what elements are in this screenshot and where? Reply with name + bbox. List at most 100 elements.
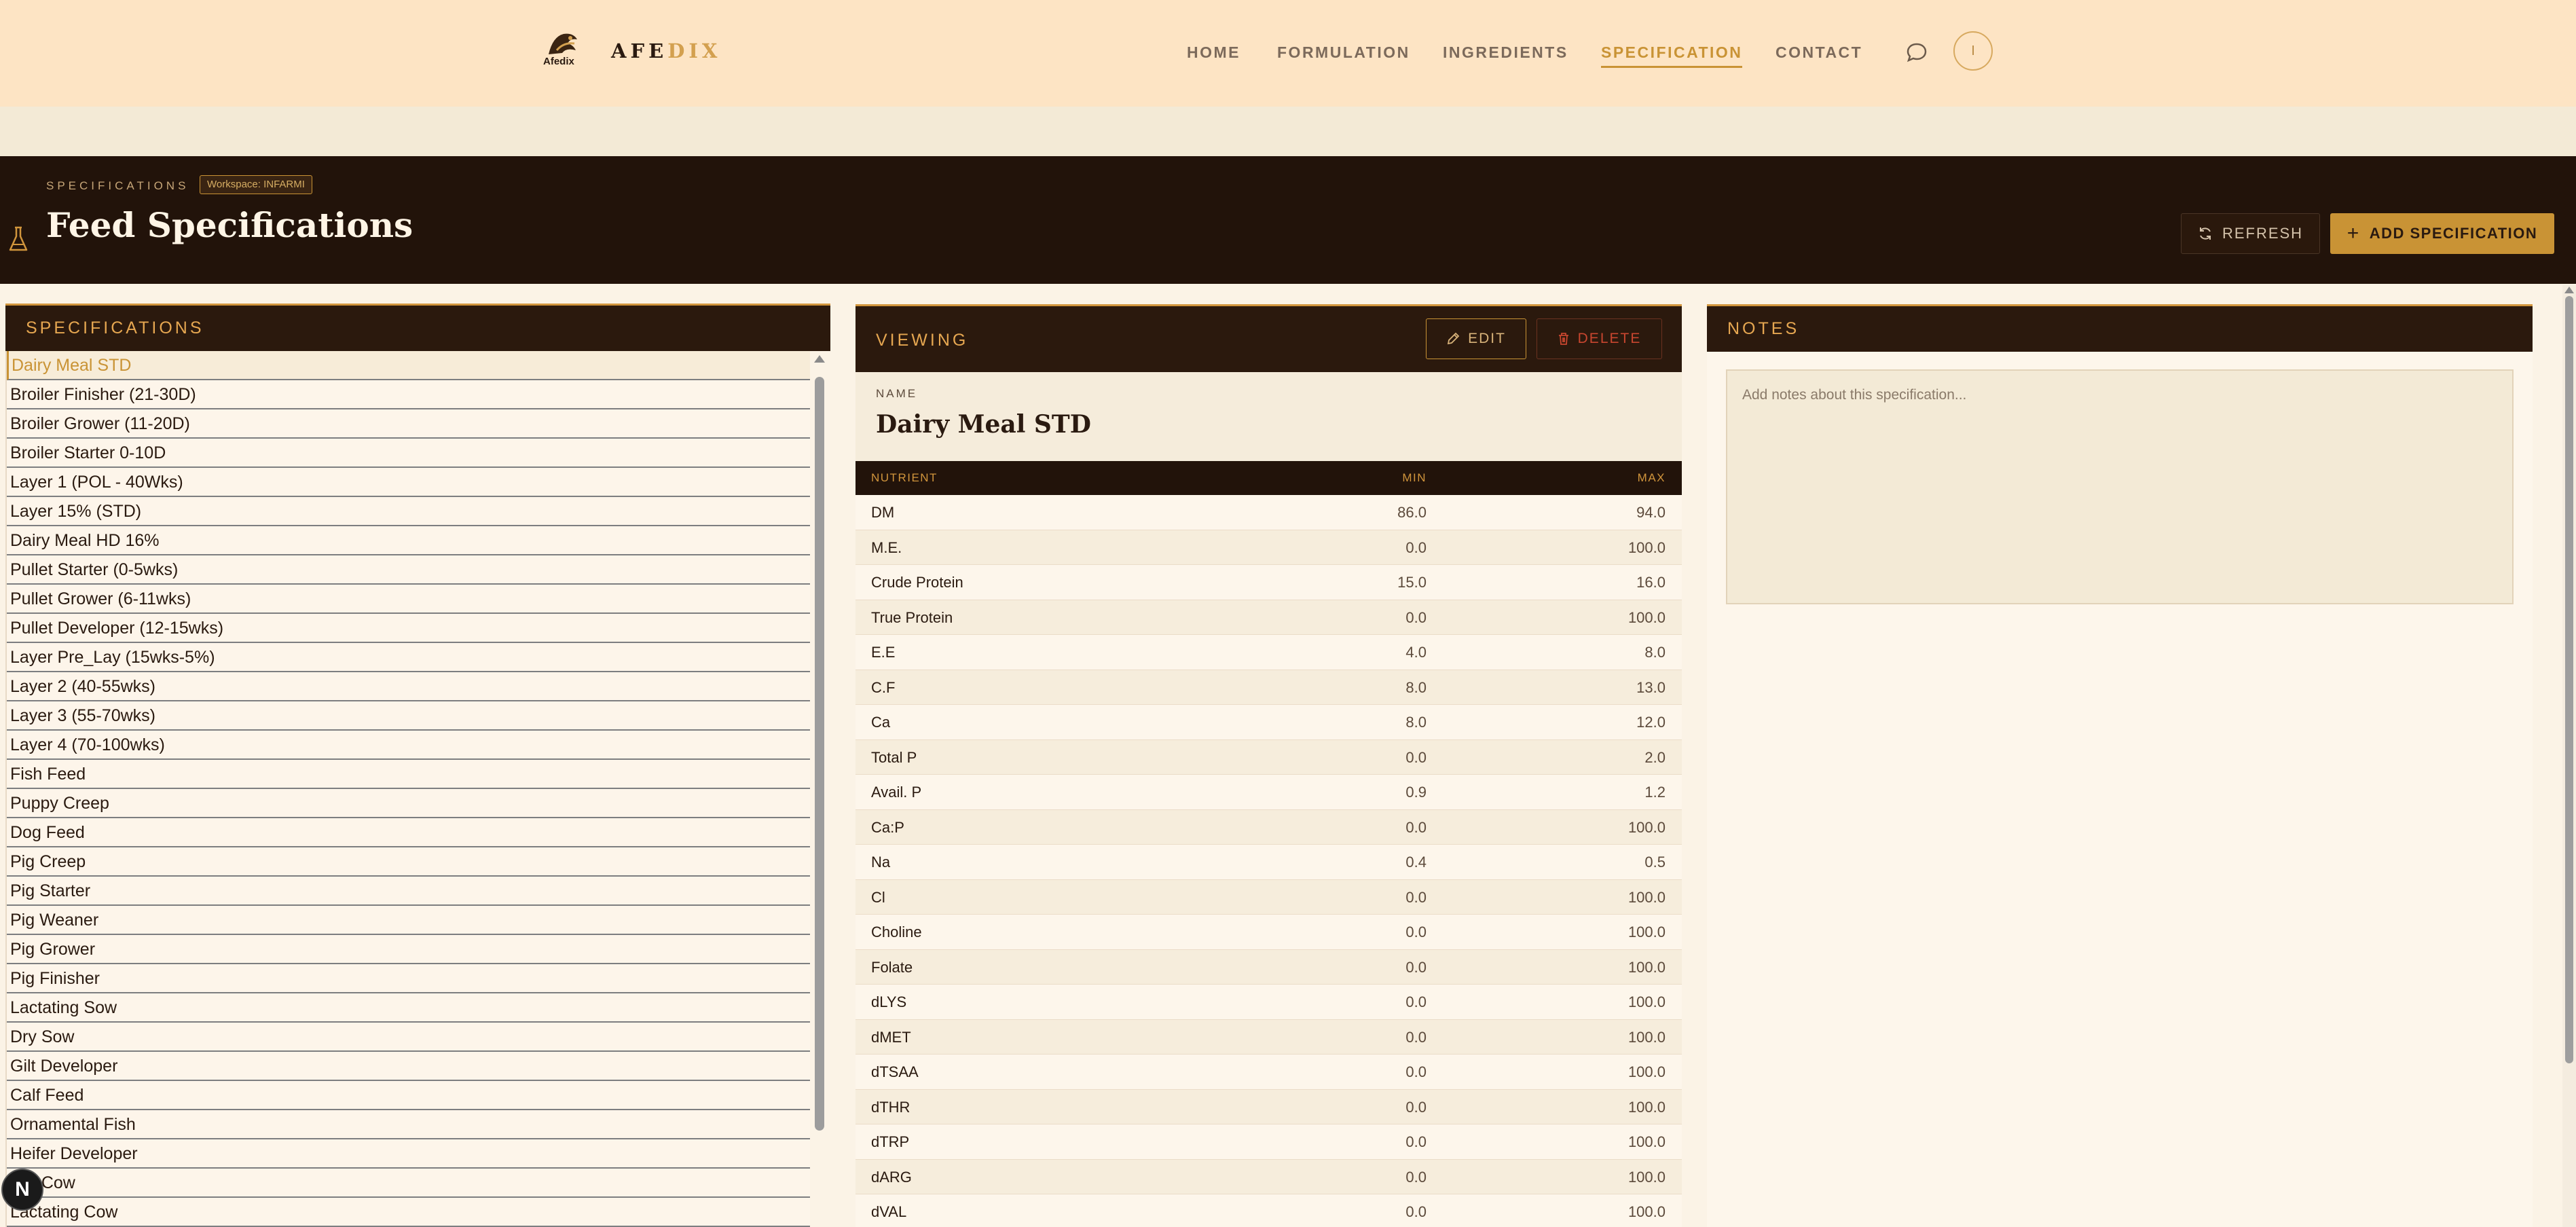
spec-list-item[interactable]: Dairy Meal HD 16% [7,526,810,555]
nutrient-max: 1.2 [1644,784,1666,801]
nutrient-min: 0.0 [1405,1098,1427,1116]
nutrient-name: Choline [871,923,922,940]
spec-list-item[interactable]: Fish Feed [7,760,810,789]
nutrient-name: Cl [871,888,885,906]
nav-ingredients[interactable]: INGREDIENTS [1443,43,1568,62]
nutrient-name: dVAL [871,1203,907,1220]
notes-panel-header: NOTES [1707,304,2533,352]
spec-list-item[interactable]: Layer 15% (STD) [7,497,810,526]
nutrient-max: 0.5 [1644,854,1666,871]
nutrient-row: Ca 8.0 12.0 [855,705,1682,740]
spec-list-item[interactable]: Pig Weaner [7,906,810,935]
nutrient-name: C.F [871,678,896,696]
spec-list-item[interactable]: Dry Cow [7,1169,810,1198]
spec-list-item[interactable]: Dry Sow [7,1023,810,1052]
nutrient-row: Folate 0.0 100.0 [855,949,1682,985]
page-scroll-thumb[interactable] [2565,296,2573,1063]
nutrient-min: 4.0 [1405,644,1427,661]
nutrient-min: 0.0 [1405,818,1427,836]
page-scrollbar[interactable] [2562,285,2576,1227]
nutrient-name: Ca [871,714,891,731]
spec-list-item[interactable]: Pullet Grower (6-11wks) [7,585,810,614]
spec-list-item[interactable]: Broiler Grower (11-20D) [7,409,810,439]
next-dev-badge[interactable]: N [1,1169,43,1211]
top-nav: Afedix AFEDIX HOME FORMULATION INGREDIEN… [0,0,2576,107]
spec-list-item[interactable]: Lactating Sow [7,993,810,1023]
nutrient-row: M.E. 0.0 100.0 [855,530,1682,565]
add-specification-label: ADD SPECIFICATION [2369,225,2538,242]
page-scroll-up-icon[interactable] [2564,287,2574,293]
nutrient-name: dMET [871,1028,911,1046]
delete-button[interactable]: DELETE [1537,318,1662,359]
add-specification-button[interactable]: + ADD SPECIFICATION [2330,213,2554,254]
refresh-label: REFRESH [2222,225,2304,242]
spec-name-section: NAME Dairy Meal STD [855,372,1682,461]
spec-list-item[interactable]: Pig Grower [7,935,810,964]
edit-button[interactable]: EDIT [1426,318,1526,359]
nutrient-min: 0.0 [1405,993,1427,1010]
spec-list-item[interactable]: Layer 3 (55-70wks) [7,701,810,731]
nutrient-row: Choline 0.0 100.0 [855,915,1682,950]
nutrient-min: 0.0 [1405,608,1427,626]
spec-list-item[interactable]: Broiler Starter 0-10D [7,439,810,468]
nutrient-max: 100.0 [1627,1133,1666,1150]
nav-contact[interactable]: CONTACT [1775,43,1862,62]
scroll-up-arrow-icon[interactable] [814,355,825,363]
col-max: MAX [1637,471,1666,484]
spec-list-item[interactable]: Pig Creep [7,847,810,877]
brand-name[interactable]: AFEDIX [611,39,721,62]
notes-textarea[interactable]: Add notes about this specification... [1726,369,2514,604]
subheader-band [0,107,2576,156]
nutrient-max: 2.0 [1644,748,1666,766]
nutrient-max: 100.0 [1627,608,1666,626]
spec-list-item[interactable]: Dog Feed [7,818,810,847]
user-avatar[interactable]: I [1953,31,1993,71]
page-eyebrow: SPECIFICATIONS [46,179,189,192]
nutrient-name: dTSAA [871,1063,919,1080]
nutrient-name: Folate [871,958,913,976]
nutrient-row: DM 86.0 94.0 [855,495,1682,530]
page-title: Feed Specifications [46,205,413,245]
spec-list-item[interactable]: Dairy Meal STD [7,351,810,380]
nutrient-max: 12.0 [1636,714,1666,731]
nutrient-max: 100.0 [1627,1063,1666,1080]
list-scrollbar[interactable] [813,351,826,1227]
spec-list-item[interactable]: Ornamental Fish [7,1110,810,1139]
nutrient-row: dTSAA 0.0 100.0 [855,1055,1682,1090]
spec-list-item[interactable]: Pullet Developer (12-15wks) [7,614,810,643]
spec-list-item[interactable]: Layer 1 (POL - 40Wks) [7,468,810,497]
specifications-list[interactable]: Dairy Meal STD Broiler Finisher (21-30D) B… [5,351,830,1227]
spec-list-item[interactable]: Layer 2 (40-55wks) [7,672,810,701]
nav-formulation[interactable]: FORMULATION [1277,43,1410,62]
chat-icon[interactable] [1905,41,1928,64]
nutrient-row: dTHR 0.0 100.0 [855,1089,1682,1124]
flask-icon [9,226,28,251]
spec-list-item[interactable]: Broiler Finisher (21-30D) [7,380,810,409]
nutrient-max: 100.0 [1627,958,1666,976]
list-scroll-thumb[interactable] [815,377,824,1131]
spec-list-item[interactable]: Layer 4 (70-100wks) [7,731,810,760]
viewing-panel: VIEWING EDIT DELETE NAME Dairy Meal STD … [855,304,1682,1227]
brand-part-b: DIX [667,39,722,62]
spec-list-item[interactable]: Lactating Cow [7,1198,810,1227]
spec-list-item[interactable]: Heifer Developer [7,1139,810,1169]
nutrient-max: 100.0 [1627,1098,1666,1116]
nav-home[interactable]: HOME [1187,43,1240,62]
spec-list-item[interactable]: Pullet Starter (0-5wks) [7,555,810,585]
spec-list-item[interactable]: Pig Starter [7,877,810,906]
brand-part-a: AFE [611,39,668,62]
refresh-button[interactable]: REFRESH [2181,213,2320,254]
trash-icon [1558,333,1568,345]
spec-list-item[interactable]: Puppy Creep [7,789,810,818]
nutrient-min: 0.0 [1405,923,1427,940]
spec-list-item[interactable]: Gilt Developer [7,1052,810,1081]
nav-specification[interactable]: SPECIFICATION [1601,43,1743,68]
spec-list-item[interactable]: Calf Feed [7,1081,810,1110]
page-header: SPECIFICATIONS Workspace: INFARMI Feed S… [0,156,2576,284]
spec-list-item[interactable]: Pig Finisher [7,964,810,993]
nutrient-min: 0.0 [1405,1063,1427,1080]
logo[interactable]: Afedix [543,30,585,68]
spec-list-item[interactable]: Layer Pre_Lay (15wks-5%) [7,643,810,672]
nutrient-min: 86.0 [1397,504,1427,521]
nutrient-min: 0.4 [1405,854,1427,871]
